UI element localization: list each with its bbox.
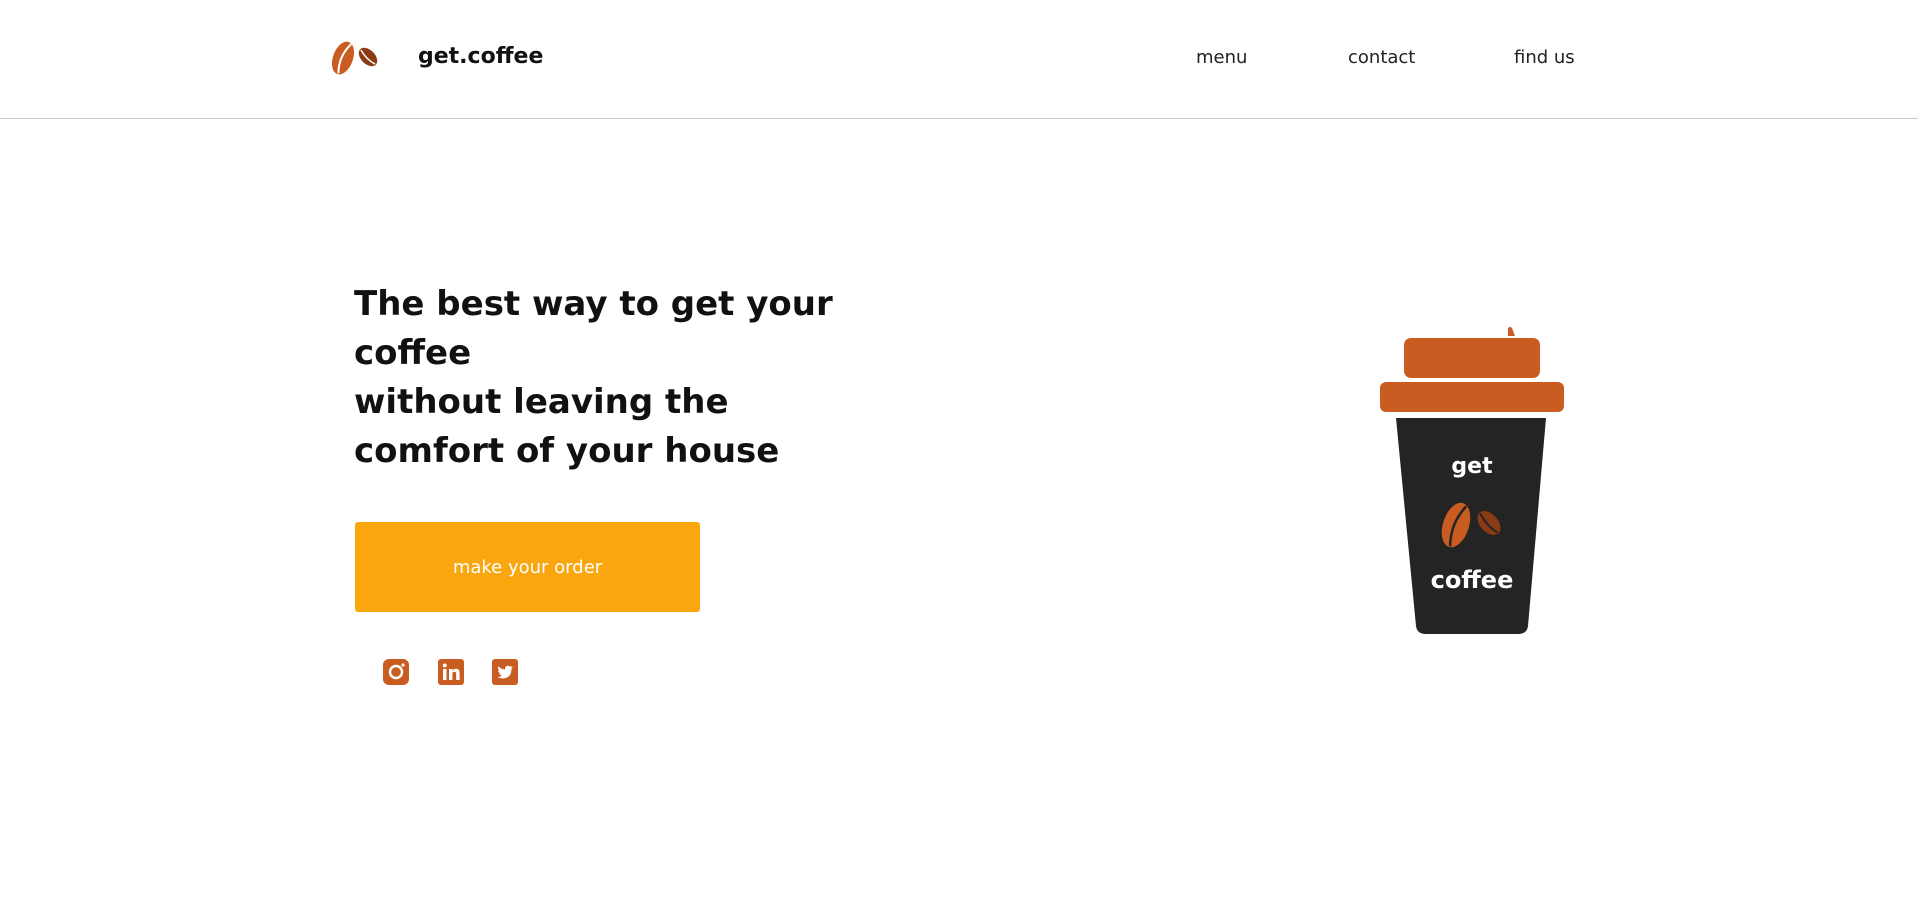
linkedin-icon[interactable] (438, 659, 464, 685)
nav-link-menu[interactable]: menu (1196, 47, 1247, 68)
site-header: get.coffee menu contact find us (0, 0, 1918, 119)
brand-name[interactable]: get.coffee (418, 44, 543, 69)
hero-headline-line-1: The best way to get your coffee (354, 284, 833, 373)
cup-label-get: get (1451, 454, 1493, 479)
hero-headline: The best way to get your coffee without … (354, 280, 874, 476)
coffee-beans-logo-icon[interactable] (330, 38, 380, 78)
make-order-button[interactable]: make your order (355, 522, 700, 612)
hero-headline-line-2: without leaving the comfort of your hous… (354, 382, 780, 471)
nav-link-contact[interactable]: contact (1348, 47, 1415, 68)
twitter-icon[interactable] (492, 659, 518, 685)
nav-link-find-us[interactable]: find us (1514, 47, 1575, 68)
instagram-icon[interactable] (383, 659, 409, 685)
page: get.coffee menu contact find us The best… (0, 0, 1918, 914)
cup-label-coffee: coffee (1430, 566, 1514, 594)
